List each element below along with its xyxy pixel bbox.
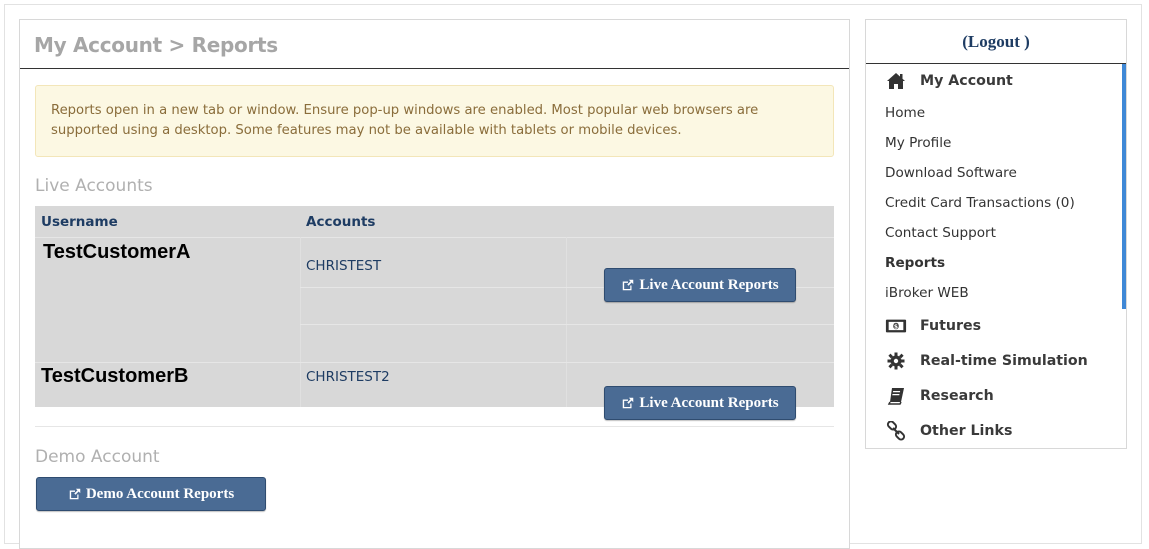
row-divider — [35, 362, 834, 363]
button-label: Live Account Reports — [639, 276, 779, 293]
live-accounts-heading: Live Accounts — [35, 176, 153, 196]
link-icon — [885, 421, 907, 441]
column-header-accounts: Accounts — [306, 214, 376, 230]
sidebar-item-download-software[interactable]: Download Software — [885, 165, 1017, 181]
account-sidebar: (Logout ) My Account Home My Profile Dow… — [865, 19, 1127, 449]
external-link-icon — [623, 279, 634, 291]
demo-account-reports-button[interactable]: Demo Account Reports — [36, 477, 266, 511]
popup-alert: Reports open in a new tab or window. Ens… — [35, 85, 834, 157]
sidebar-section-my-account[interactable]: My Account — [885, 71, 1013, 91]
sidebar-item-credit-card-transactions[interactable]: Credit Card Transactions (0) — [885, 195, 1075, 211]
sidebar-section-label: Research — [920, 388, 994, 404]
sidebar-item-ibroker-web[interactable]: iBroker WEB — [885, 285, 969, 301]
sidebar-item-my-profile[interactable]: My Profile — [885, 135, 951, 151]
username-cell: TestCustomerA — [43, 241, 191, 263]
button-label: Live Account Reports — [639, 394, 779, 411]
account-id-cell: CHRISTEST2 — [306, 369, 390, 385]
sidebar-scrollbar[interactable] — [1122, 64, 1126, 309]
sidebar-section-futures[interactable]: $ Futures — [885, 316, 981, 336]
sidebar-section-other-links[interactable]: Other Links — [885, 421, 1012, 441]
sidebar-section-label: Futures — [920, 318, 982, 334]
book-icon — [885, 386, 907, 406]
column-divider — [566, 237, 567, 407]
money-icon: $ — [885, 316, 907, 336]
row-divider — [35, 237, 834, 238]
sidebar-section-research[interactable]: Research — [885, 386, 994, 406]
sidebar-section-label: Other Links — [920, 423, 1013, 439]
sidebar-section-real-time-simulation[interactable]: Real-time Simulation — [885, 351, 1088, 371]
account-id-cell: CHRISTEST — [306, 258, 382, 274]
sidebar-item-home[interactable]: Home — [885, 105, 925, 121]
column-divider — [300, 237, 301, 407]
sidebar-item-contact-support[interactable]: Contact Support — [885, 225, 996, 241]
live-accounts-table: Username Accounts TestCustomerA CHRISTES… — [35, 206, 834, 420]
svg-text:$: $ — [894, 323, 898, 330]
gear-icon — [885, 351, 907, 371]
row-divider — [300, 324, 834, 325]
logout-link[interactable]: (Logout ) — [866, 20, 1126, 64]
column-header-username: Username — [41, 214, 118, 230]
button-label: Demo Account Reports — [85, 485, 235, 502]
home-icon — [885, 71, 907, 91]
external-link-icon — [623, 397, 634, 409]
external-link-icon — [69, 488, 81, 500]
demo-account-heading: Demo Account — [35, 447, 160, 467]
sidebar-section-label: My Account — [920, 73, 1013, 89]
sidebar-section-label: Real-time Simulation — [920, 353, 1088, 369]
live-account-reports-button[interactable]: Live Account Reports — [604, 386, 796, 420]
reports-panel: My Account > Reports Reports open in a n… — [19, 19, 850, 549]
page-title: My Account > Reports — [20, 20, 849, 69]
section-divider — [35, 426, 834, 427]
sidebar-item-reports[interactable]: Reports — [885, 255, 945, 271]
live-account-reports-button[interactable]: Live Account Reports — [604, 268, 796, 302]
username-cell: TestCustomerB — [41, 365, 189, 387]
